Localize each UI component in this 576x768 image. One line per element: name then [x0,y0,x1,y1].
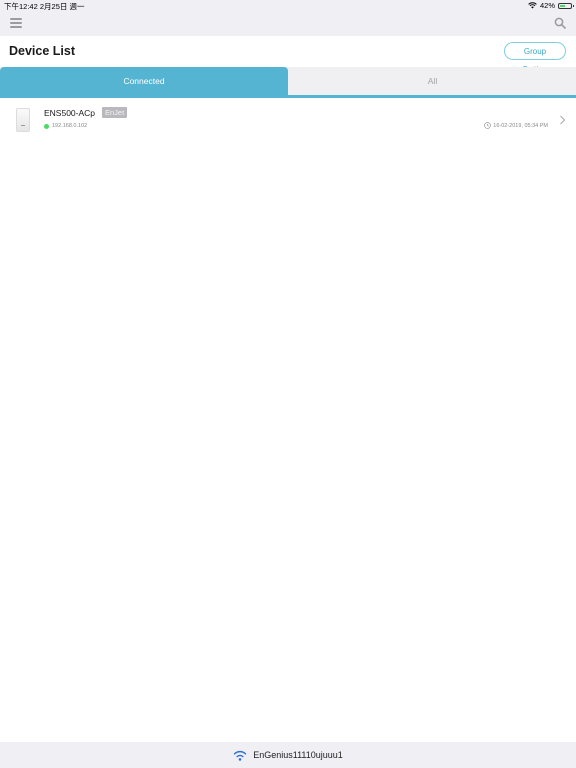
device-timestamp-text: 16-02-2019, 05:34 PM [493,122,548,129]
status-bar: 下午12:42 2月25日 週一 42% [0,0,576,12]
device-name: ENS500-ACp [44,108,96,118]
wifi-icon [234,750,247,761]
title-bar: Device List Group Setting [0,36,576,74]
device-ip: 192.168.0.102 [52,123,88,129]
page-title: Device List [9,44,76,58]
search-icon[interactable] [554,17,566,29]
battery-icon [558,2,574,9]
group-setting-button[interactable]: Group Setting [504,42,566,74]
nav-bar [0,12,576,36]
wifi-status-icon [528,2,537,9]
online-status-dot [44,124,49,129]
tab-all[interactable]: All [289,67,576,95]
status-right: 42% [528,1,574,10]
clock-icon [484,122,492,129]
wifi-ssid: EnGenius11110ujuuu1 [253,750,343,760]
tab-bar: Connected All [0,67,576,95]
battery-percent: 42% [539,1,555,10]
device-thumbnail [16,108,30,132]
device-timestamp: 16-02-2019, 05:34 PM [484,122,548,129]
tab-connected[interactable]: Connected [0,67,288,95]
hamburger-icon[interactable] [10,18,22,28]
device-type-badge: EnJet [102,107,128,118]
chevron-right-icon [560,115,566,125]
battery-fill [560,4,566,7]
footer-bar: EnGenius11110ujuuu1 [0,742,576,768]
device-list-item[interactable]: ENS500-ACp EnJet 192.168.0.102 16-02-201… [0,98,576,144]
status-time-date: 下午12:42 2月25日 週一 [4,2,85,11]
